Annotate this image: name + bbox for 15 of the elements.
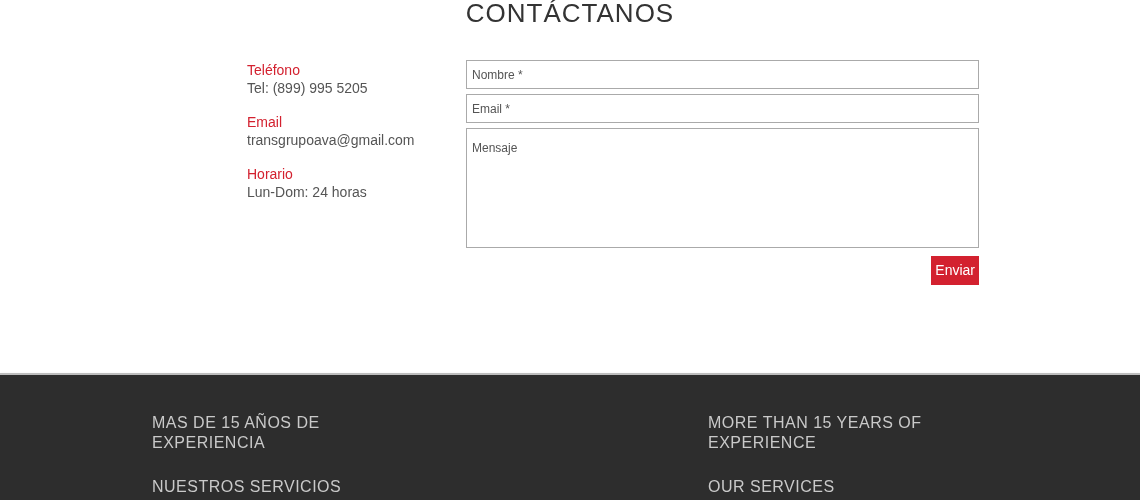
info-value: transgrupoava@gmail.com [247, 131, 416, 149]
info-value: Tel: (899) 995 5205 [247, 79, 369, 97]
footer-heading: OUR SERVICES [708, 477, 836, 497]
info-value: Lun-Dom: 24 horas [247, 183, 368, 201]
info-label: Horario [247, 166, 294, 183]
input-field[interactable]: Email * [466, 94, 979, 123]
info-label: Email [247, 114, 283, 131]
footer-heading: MORE THAN 15 YEARS OF EXPERIENCE [708, 413, 923, 453]
section-title: CONTÁCTANOS [465, 0, 675, 26]
footer-heading: NUESTROS SERVICIOS [152, 477, 343, 497]
message-field[interactable]: Mensaje [466, 128, 979, 248]
input-field[interactable]: Nombre * [466, 60, 979, 89]
footer-heading: MAS DE 15 AÑOS DE EXPERIENCIA [152, 413, 321, 453]
info-label: Teléfono [247, 62, 301, 79]
send-button[interactable]: Enviar [931, 256, 979, 285]
